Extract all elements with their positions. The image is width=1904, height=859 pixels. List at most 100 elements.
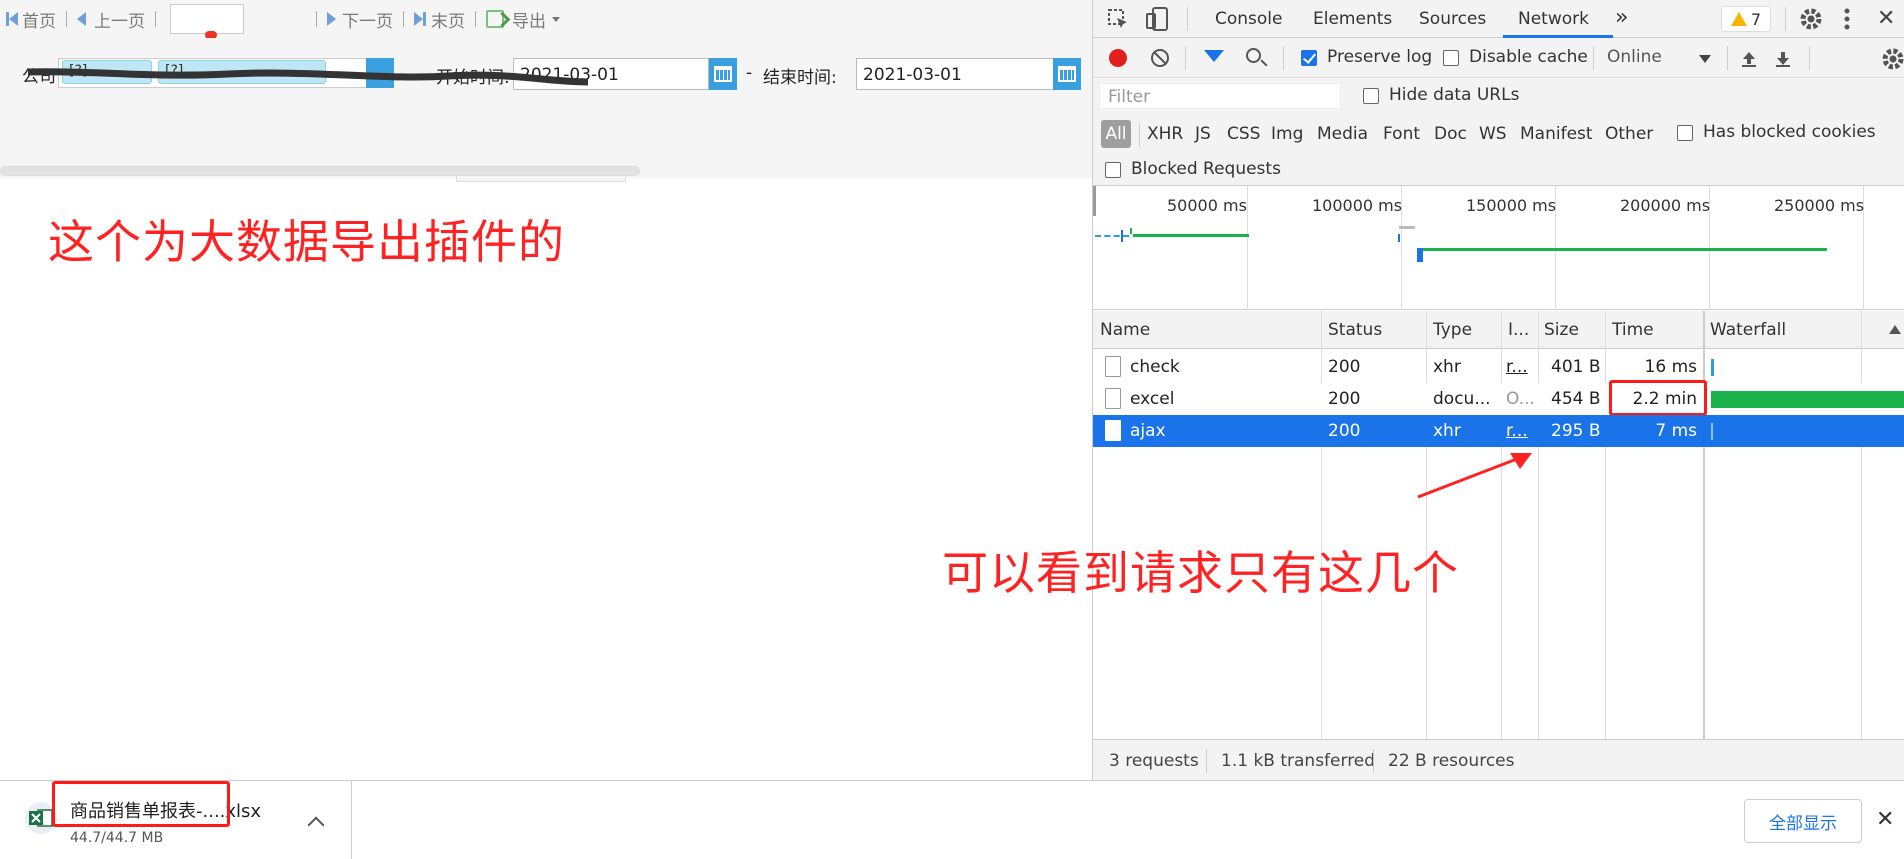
type-filter-other[interactable]: Other [1605, 124, 1653, 144]
preserve-log-checkbox[interactable] [1301, 50, 1317, 66]
network-toolbar: Preserve log Disable cache Online [1093, 38, 1904, 78]
column-header-time[interactable]: Time [1612, 320, 1654, 340]
column-header-type[interactable]: Type [1433, 320, 1472, 340]
network-settings-gear-icon[interactable] [1881, 47, 1904, 71]
type-filter-img[interactable]: Img [1271, 124, 1303, 144]
next-page-label: 下一页 [342, 11, 393, 32]
row-status: 200 [1328, 421, 1361, 441]
start-calendar-button[interactable] [709, 58, 737, 90]
export-har-icon[interactable] [1775, 50, 1791, 68]
type-filter-manifest[interactable]: Manifest [1520, 124, 1593, 144]
annotation-requests-note: 可以看到请求只有这几个 [942, 546, 1459, 600]
close-devtools-icon[interactable]: ✕ [1877, 6, 1895, 31]
more-tabs-button[interactable]: » [1615, 5, 1628, 30]
type-filter-xhr[interactable]: XHR [1147, 124, 1183, 144]
row-size: 401 B [1551, 357, 1601, 377]
blocked-requests-label: Blocked Requests [1131, 159, 1281, 179]
divider [1593, 46, 1594, 70]
type-filter-css[interactable]: CSS [1227, 124, 1260, 144]
tab-elements[interactable]: Elements [1313, 9, 1392, 29]
request-count: 3 requests [1109, 751, 1199, 771]
horizontal-scrollbar[interactable] [0, 166, 640, 176]
end-calendar-button[interactable] [1053, 58, 1081, 90]
last-page-icon [423, 12, 426, 26]
last-page-button[interactable]: 末页 [414, 0, 465, 38]
screen: 首页 上一页 下一页 末页 导出 公司 [?] [?] 开始时间: 2021-0… [0, 0, 1904, 859]
prev-page-icon [77, 12, 86, 26]
close-icon[interactable]: ✕ [1876, 807, 1894, 832]
column-header-name[interactable]: Name [1100, 320, 1150, 340]
sort-ascending-icon[interactable] [1889, 325, 1901, 334]
more-options-icon[interactable] [1843, 8, 1851, 30]
has-blocked-cookies-checkbox[interactable] [1677, 125, 1693, 141]
has-blocked-cookies-label: Has blocked cookies [1703, 122, 1876, 142]
document-icon [1105, 420, 1121, 441]
company-label: 公司 [22, 67, 56, 87]
clear-icon[interactable] [1151, 49, 1169, 67]
export-label: 导出 [512, 11, 546, 32]
column-header-size[interactable]: Size [1544, 320, 1579, 340]
company-dropdown-button[interactable] [366, 58, 394, 88]
chevron-up-icon[interactable] [307, 816, 325, 834]
row-type: xhr [1433, 357, 1461, 377]
pager-divider [475, 11, 476, 27]
warnings-badge[interactable]: 7 [1721, 6, 1771, 32]
timeline-overview[interactable]: 50000 ms 100000 ms 150000 ms 200000 ms 2… [1093, 186, 1904, 310]
disable-cache-checkbox[interactable] [1443, 50, 1459, 66]
overview-gridline [1247, 186, 1248, 310]
end-date-input[interactable]: 2021-03-01 [856, 58, 1054, 90]
highlight-box [1609, 380, 1707, 416]
overview-tick: 50000 ms [1167, 196, 1247, 215]
row-initiator[interactable]: r... [1506, 357, 1528, 377]
devtools-panel: Console Elements Sources Network » 7 ✕ P… [1092, 0, 1904, 780]
column-header-status[interactable]: Status [1328, 320, 1382, 340]
hide-data-urls-checkbox[interactable] [1363, 88, 1379, 104]
type-filter-js[interactable]: JS [1195, 124, 1211, 144]
tab-sources[interactable]: Sources [1419, 9, 1486, 29]
type-filter-doc[interactable]: Doc [1434, 124, 1467, 144]
inspect-element-icon[interactable] [1107, 8, 1129, 30]
first-page-button[interactable]: 首页 [6, 0, 56, 38]
chevron-down-icon[interactable] [1699, 55, 1711, 63]
blocked-requests-checkbox[interactable] [1105, 162, 1121, 178]
end-time-label: 结束时间: [763, 68, 837, 88]
page-number-input[interactable] [170, 4, 244, 39]
filter-row: Filter Hide data URLs [1093, 78, 1904, 114]
tab-network[interactable]: Network [1518, 9, 1589, 29]
column-header-waterfall[interactable]: Waterfall [1710, 320, 1786, 340]
download-item[interactable]: 商品销售单报表-....xlsx 44.7/44.7 MB [0, 781, 352, 859]
device-toolbar-icon[interactable] [1145, 6, 1169, 32]
row-initiator[interactable]: r... [1506, 421, 1528, 441]
record-icon[interactable] [1109, 49, 1127, 67]
prev-page-button[interactable]: 上一页 [77, 0, 145, 38]
row-size: 454 B [1551, 389, 1601, 409]
type-filter-font[interactable]: Font [1383, 124, 1420, 144]
type-filter-all[interactable]: All [1101, 120, 1131, 148]
company-tag[interactable]: [?] [62, 60, 152, 84]
document-icon [1105, 356, 1121, 377]
overview-tick: 200000 ms [1620, 196, 1711, 215]
overview-request-dashes [1095, 235, 1129, 237]
show-all-downloads-button[interactable]: 全部显示 [1744, 799, 1862, 843]
throttling-select[interactable]: Online [1607, 47, 1662, 67]
table-row-selected[interactable]: ajax 200 xhr r... 295 B 7 ms [1093, 415, 1904, 447]
start-date-input[interactable]: 2021-03-01 [513, 58, 709, 90]
settings-gear-icon[interactable] [1799, 7, 1823, 31]
company-tag[interactable]: [?] [158, 60, 326, 84]
column-header-initiator[interactable]: I... [1508, 320, 1529, 340]
search-icon[interactable] [1246, 48, 1261, 63]
type-filter-ws[interactable]: WS [1479, 124, 1507, 144]
annotation-plugin-note: 这个为大数据导出插件的 [48, 215, 565, 269]
table-row[interactable]: check 200 xhr r... 401 B 16 ms [1093, 351, 1904, 383]
table-row[interactable]: excel 200 docu... O... 454 B 2.2 min [1093, 380, 1904, 416]
import-har-icon[interactable] [1741, 50, 1757, 68]
overview-left-handle[interactable] [1093, 186, 1096, 216]
filter-icon[interactable] [1204, 50, 1224, 62]
scroll-handle[interactable] [456, 176, 626, 182]
type-filter-media[interactable]: Media [1317, 124, 1368, 144]
tab-console[interactable]: Console [1215, 9, 1283, 29]
resources-size: 22 B resources [1388, 751, 1515, 771]
filter-input[interactable]: Filter [1099, 83, 1341, 109]
next-page-button[interactable]: 下一页 [327, 0, 393, 38]
export-button[interactable]: 导出 [486, 0, 560, 38]
